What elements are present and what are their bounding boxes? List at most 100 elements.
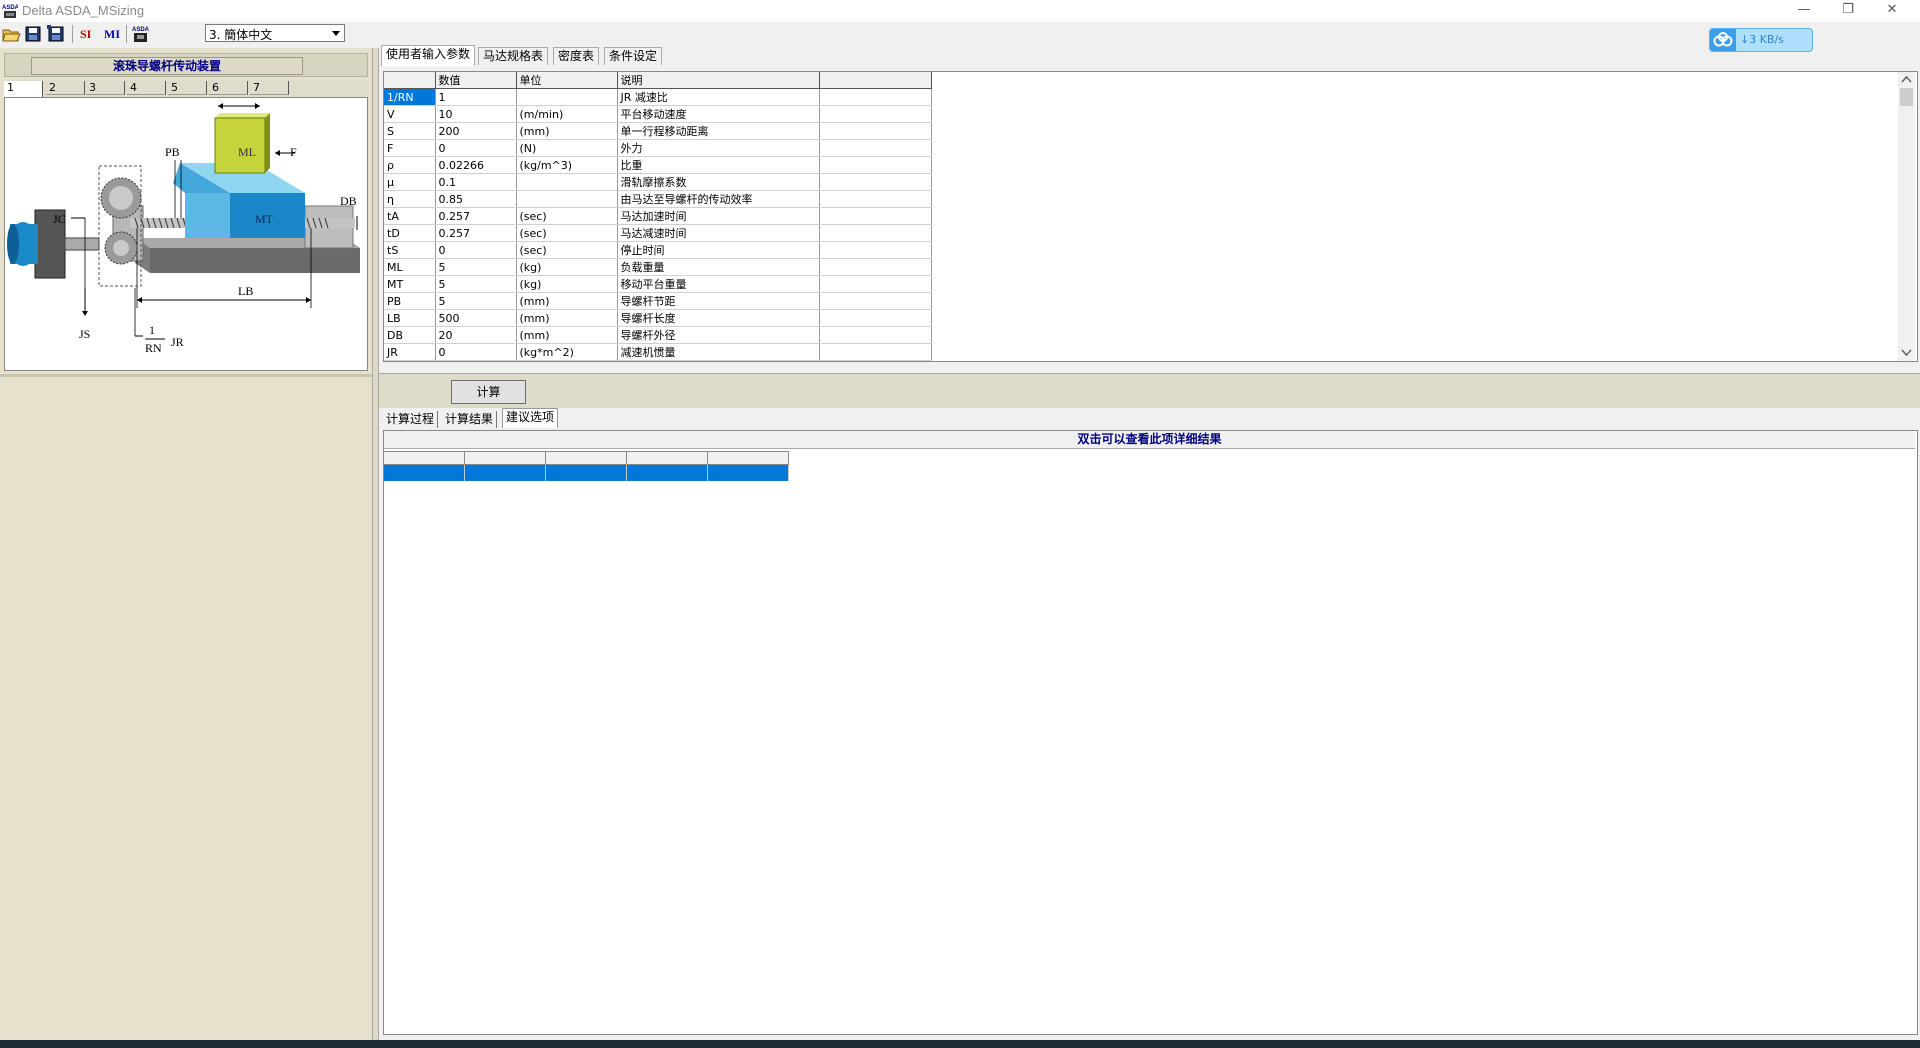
jc-label: JC (53, 212, 66, 226)
grid-header-unit: 单位 (516, 72, 618, 89)
table-row[interactable]: ML 5 (kg) 负载重量 (384, 258, 932, 276)
table-row[interactable]: MT 5 (kg) 移动平台重量 (384, 275, 932, 293)
language-select[interactable]: 3. 簡体中文 (205, 24, 345, 42)
table-row[interactable]: PB 5 (mm) 导螺杆节距 (384, 292, 932, 310)
table-row[interactable]: ρ 0.02266 (kg/m^3) 比重 (384, 156, 932, 174)
table-row[interactable]: DB 20 (mm) 导螺杆外径 (384, 326, 932, 344)
tab-user-input-params[interactable]: 使用者输入参数 (381, 45, 476, 66)
result-selected-cell[interactable] (708, 465, 789, 481)
mechanism-tab-3[interactable]: 3 (86, 81, 125, 95)
tab-conditions[interactable]: 条件设定 (604, 47, 663, 65)
db-label: DB (340, 194, 357, 208)
table-row[interactable]: 1/RN 1 JR 减速比 (384, 88, 932, 106)
param-unit (516, 173, 618, 191)
svg-text:ASDA: ASDA (2, 5, 18, 11)
grid-scroll-thumb[interactable] (1900, 88, 1913, 106)
param-description: 比重 (617, 156, 820, 174)
calculate-button[interactable]: 计算 (451, 380, 526, 404)
param-value[interactable]: 200 (435, 122, 517, 140)
network-speed-text: ↓3 KB/s (1740, 33, 1784, 46)
mechanism-tabs: 1 2 3 4 5 6 7 (4, 80, 368, 97)
close-button[interactable]: ✕ (1870, 0, 1914, 22)
result-column-header[interactable] (627, 451, 708, 465)
param-value[interactable]: 500 (435, 309, 517, 327)
mechanism-tab-5[interactable]: 5 (168, 81, 207, 95)
param-value[interactable]: 0.257 (435, 224, 517, 242)
param-extra (819, 309, 932, 327)
result-selected-cell[interactable] (465, 465, 546, 481)
param-value[interactable]: 0 (435, 343, 517, 361)
pb-label: PB (165, 145, 180, 159)
result-column-header[interactable] (708, 451, 789, 465)
chevron-down-icon[interactable] (329, 26, 343, 40)
maximize-button[interactable]: ❐ (1826, 0, 1870, 22)
mi-units-button[interactable]: MI (104, 27, 120, 42)
mechanism-tab-2[interactable]: 2 (46, 81, 85, 95)
table-row[interactable]: tA 0.257 (sec) 马达加速时间 (384, 207, 932, 225)
param-value[interactable]: 1 (435, 88, 517, 106)
table-row[interactable]: V 10 (m/min) 平台移动速度 (384, 105, 932, 123)
table-row[interactable]: tD 0.257 (sec) 马达减速时间 (384, 224, 932, 242)
result-selected-cell[interactable] (546, 465, 627, 481)
chevron-down-icon[interactable] (1900, 348, 1913, 358)
param-value[interactable]: 0.02266 (435, 156, 517, 174)
tab-suggestions[interactable]: 建议选项 (502, 408, 559, 428)
tab-calc-results[interactable]: 计算结果 (442, 411, 498, 428)
param-value[interactable]: 0 (435, 241, 517, 259)
table-row[interactable]: JR 0 (kg*m^2) 减速机惯量 (384, 343, 932, 361)
param-value[interactable]: 0.257 (435, 207, 517, 225)
result-selected-cell[interactable] (384, 465, 465, 481)
param-extra (819, 122, 932, 140)
toolbar-separator (126, 25, 127, 43)
param-description: 负载重量 (617, 258, 820, 276)
param-value[interactable]: 0.85 (435, 190, 517, 208)
mechanism-tab-7[interactable]: 7 (250, 81, 289, 95)
mechanism-tab-6[interactable]: 6 (209, 81, 248, 95)
vertical-splitter[interactable] (372, 48, 379, 1048)
mechanism-tab-4[interactable]: 4 (127, 81, 166, 95)
result-column-header[interactable] (384, 451, 465, 465)
param-symbol: 1/RN (384, 88, 436, 106)
param-symbol: η (384, 190, 436, 208)
table-row[interactable]: S 200 (mm) 单一行程移动距离 (384, 122, 932, 140)
tab-calc-process[interactable]: 计算过程 (383, 411, 439, 428)
mechanism-tab-1[interactable]: 1 (4, 81, 43, 97)
table-row[interactable]: η 0.85 由马达至导螺杆的传动效率 (384, 190, 932, 208)
ball-screw-drawing: MT ML F PB DB LB JC JS 1 RN JR (7, 103, 360, 355)
param-unit: (kg*m^2) (516, 343, 618, 361)
grid-scrollbar[interactable] (1898, 72, 1915, 361)
param-value[interactable]: 0 (435, 139, 517, 157)
taskbar-strip (0, 1040, 1920, 1048)
open-folder-icon[interactable] (1, 24, 21, 44)
save-icon[interactable] (23, 24, 43, 44)
asda-servo-icon[interactable]: ASDA (131, 24, 151, 44)
tab-motor-spec[interactable]: 马达规格表 (478, 47, 549, 65)
mt-label: MT (255, 212, 274, 226)
param-unit: (kg) (516, 258, 618, 276)
param-value[interactable]: 10 (435, 105, 517, 123)
param-value[interactable]: 5 (435, 292, 517, 310)
param-unit: (sec) (516, 241, 618, 259)
table-row[interactable]: μ 0.1 滑轨摩擦系数 (384, 173, 932, 191)
minimize-button[interactable]: — (1782, 0, 1826, 22)
table-row[interactable]: tS 0 (sec) 停止时间 (384, 241, 932, 259)
jr-label: JR (171, 335, 184, 349)
si-units-button[interactable]: SI (80, 27, 91, 42)
param-description: 外力 (617, 139, 820, 157)
result-selected-cell[interactable] (627, 465, 708, 481)
param-value[interactable]: 20 (435, 326, 517, 344)
result-column-header[interactable] (465, 451, 546, 465)
result-column-header[interactable] (546, 451, 627, 465)
param-value[interactable]: 5 (435, 258, 517, 276)
param-description: 导螺杆长度 (617, 309, 820, 327)
param-symbol: tA (384, 207, 436, 225)
save-as-icon[interactable] (46, 24, 66, 44)
svg-text:ASDA: ASDA (132, 27, 150, 33)
table-row[interactable]: F 0 (N) 外力 (384, 139, 932, 157)
tab-density[interactable]: 密度表 (553, 47, 600, 65)
param-value[interactable]: 5 (435, 275, 517, 293)
param-value[interactable]: 0.1 (435, 173, 517, 191)
param-unit: (kg) (516, 275, 618, 293)
chevron-up-icon[interactable] (1900, 74, 1913, 84)
table-row[interactable]: LB 500 (mm) 导螺杆长度 (384, 309, 932, 327)
